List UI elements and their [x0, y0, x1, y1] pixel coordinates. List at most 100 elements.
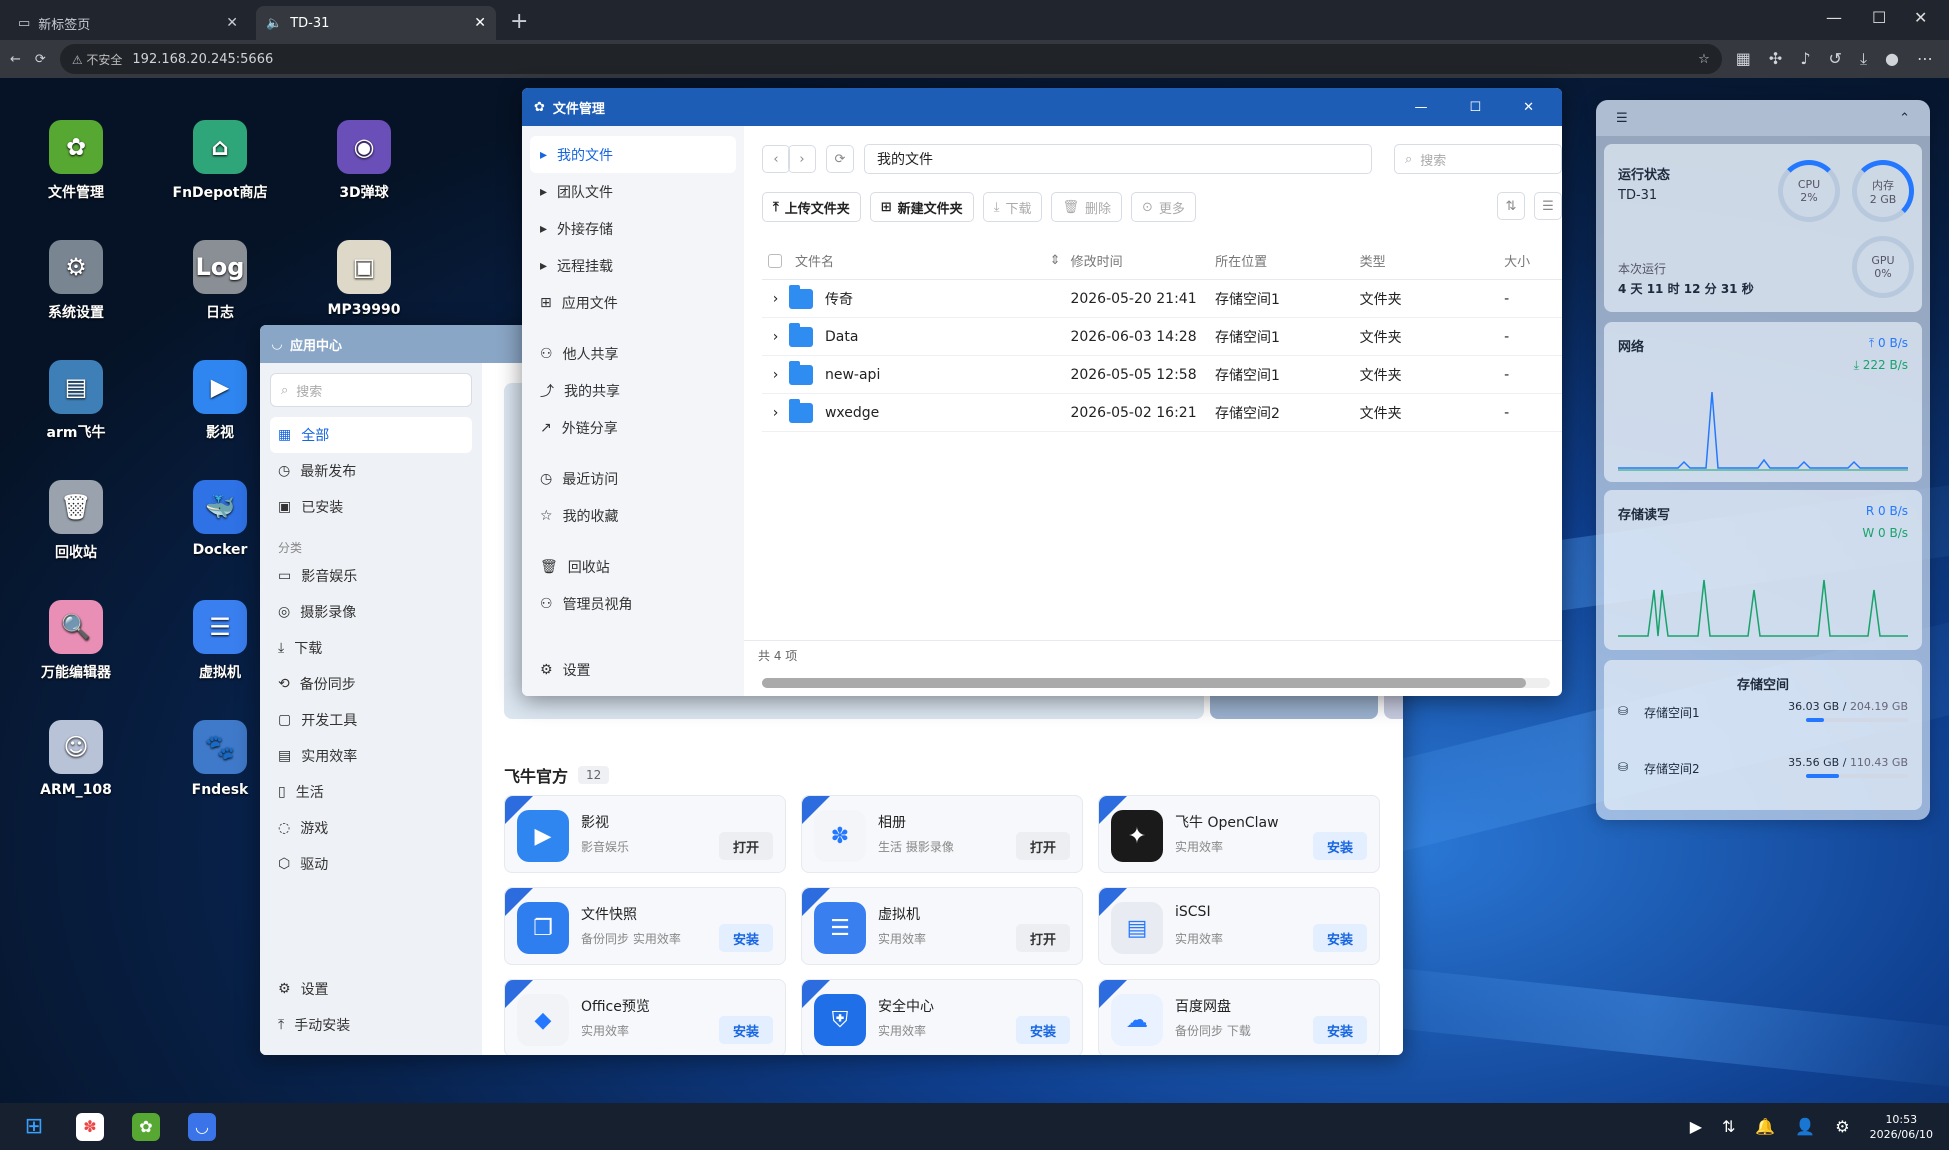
minimize-icon[interactable]: —: [1826, 8, 1842, 27]
open-button[interactable]: 打开: [1016, 832, 1070, 860]
clock[interactable]: 10:53 2026/06/10: [1870, 1112, 1933, 1142]
app-card[interactable]: ⛨ 安全中心 实用效率 安装: [801, 979, 1083, 1055]
delete-button[interactable]: 🗑 删除: [1051, 192, 1122, 222]
insecure-warning[interactable]: ⚠ 不安全: [72, 51, 123, 68]
extension-icon[interactable]: ▦: [1736, 49, 1751, 69]
app-nav-item[interactable]: ◷ 最新发布: [270, 453, 472, 489]
expand-chevron-icon[interactable]: ›: [762, 405, 789, 421]
file-row[interactable]: › Data 2026-06-03 14:28 存储空间1 文件夹 -: [762, 318, 1562, 356]
desktop-icon[interactable]: ▤ arm飞牛: [16, 360, 136, 442]
download-button[interactable]: ⤓ 下载: [982, 192, 1043, 222]
app-nav-item[interactable]: ▦ 全部: [270, 417, 472, 453]
category-item[interactable]: ▤ 实用效率: [270, 738, 472, 774]
install-button[interactable]: 安装: [1313, 1016, 1367, 1044]
file-row[interactable]: › 传奇 2026-05-20 21:41 存储空间1 文件夹 -: [762, 280, 1562, 318]
sort-arrows-icon[interactable]: ⇕: [1050, 253, 1071, 268]
category-item[interactable]: ⟲ 备份同步: [270, 666, 472, 702]
maximize-icon[interactable]: ☐: [1469, 100, 1481, 115]
close-tab-icon[interactable]: ✕: [226, 15, 238, 31]
expand-chevron-icon[interactable]: ›: [762, 291, 789, 307]
manual-install[interactable]: ⤒ 手动安装: [270, 1007, 472, 1043]
bookmark-star-icon[interactable]: ☆: [1698, 52, 1710, 67]
category-item[interactable]: ▯ 生活: [270, 774, 472, 810]
install-button[interactable]: 安装: [1016, 1016, 1070, 1044]
fm-nav-item[interactable]: ⚇ 管理员视角: [530, 585, 736, 622]
upload-folder-button[interactable]: ⤒ 上传文件夹: [762, 192, 861, 222]
category-item[interactable]: ◌ 游戏: [270, 810, 472, 846]
collapse-icon[interactable]: ⌃: [1899, 111, 1910, 126]
expand-chevron-icon[interactable]: ›: [762, 329, 789, 345]
view-toggle-button[interactable]: ☰: [1534, 192, 1562, 220]
app-card[interactable]: ☁ 百度网盘 备份同步 下载 安装: [1098, 979, 1380, 1055]
more-button[interactable]: ⊙ 更多: [1130, 192, 1196, 222]
close-tab-icon[interactable]: ✕: [474, 15, 486, 31]
col-name[interactable]: 文件名 ⇕: [789, 251, 1071, 270]
path-breadcrumb[interactable]: 我的文件: [864, 144, 1372, 174]
download-icon[interactable]: ⤓: [1860, 49, 1867, 69]
new-folder-button[interactable]: ⊞ 新建文件夹: [869, 192, 974, 222]
app-search-input[interactable]: ⌕ 搜索: [270, 373, 472, 407]
menu-icon[interactable]: ⋯: [1917, 49, 1933, 69]
fm-nav-item[interactable]: 🗑 回收站: [530, 548, 736, 585]
category-item[interactable]: ▭ 影音娱乐: [270, 558, 472, 594]
back-button[interactable]: ‹: [762, 145, 790, 173]
expand-chevron-icon[interactable]: ›: [762, 367, 789, 383]
fm-nav-item[interactable]: ◷ 最近访问: [530, 460, 736, 497]
minimize-icon[interactable]: —: [1414, 100, 1427, 115]
desktop-icon[interactable]: Log 日志: [160, 240, 280, 322]
select-all-checkbox[interactable]: [768, 253, 783, 268]
sort-button[interactable]: ⇅: [1497, 192, 1525, 220]
file-row[interactable]: › new-api 2026-05-05 12:58 存储空间1 文件夹 -: [762, 356, 1562, 394]
launcher-icon[interactable]: ✽: [76, 1112, 104, 1141]
sync-icon[interactable]: ⇅: [1722, 1117, 1735, 1136]
desktop-icon[interactable]: 🔍 万能编辑器: [16, 600, 136, 682]
fm-nav-item[interactable]: ▸ 团队文件: [530, 173, 736, 210]
puzzle-icon[interactable]: ✣: [1769, 49, 1782, 69]
reload-icon[interactable]: ⟳: [35, 52, 46, 67]
desktop-icon[interactable]: ✿ 文件管理: [16, 120, 136, 202]
desktop-icon[interactable]: ⚙ 系统设置: [16, 240, 136, 322]
taskbar-app-center[interactable]: ◡: [188, 1112, 216, 1141]
bell-icon[interactable]: 🔔: [1755, 1117, 1775, 1136]
favorites-icon[interactable]: ♪: [1800, 49, 1810, 69]
start-windows-icon[interactable]: ⊞: [20, 1113, 48, 1141]
desktop-icon[interactable]: ☺ ARM_108: [16, 720, 136, 798]
app-card[interactable]: ▶ 影视 影音娱乐 打开: [504, 795, 786, 873]
fm-nav-item[interactable]: ↗ 外链分享: [530, 409, 736, 446]
app-center-settings[interactable]: ⚙ 设置: [270, 971, 472, 1007]
desktop-icon[interactable]: ⌂ FnDepot商店: [160, 120, 280, 202]
browser-tab-td31[interactable]: 🔈 TD-31 ✕: [256, 6, 496, 40]
install-button[interactable]: 安装: [719, 924, 773, 952]
close-icon[interactable]: ✕: [1523, 100, 1534, 115]
install-button[interactable]: 安装: [719, 1016, 773, 1044]
install-button[interactable]: 安装: [1313, 924, 1367, 952]
col-location[interactable]: 所在位置: [1215, 251, 1360, 270]
user-icon[interactable]: 👤: [1795, 1117, 1815, 1136]
desktop-icon[interactable]: ▣ MP39990: [304, 240, 424, 318]
col-type[interactable]: 类型: [1360, 251, 1505, 270]
app-card[interactable]: ◆ Office预览 实用效率 安装: [504, 979, 786, 1055]
browser-tab-new[interactable]: ▭ 新标签页 ✕: [8, 6, 248, 40]
app-card[interactable]: ❐ 文件快照 备份同步 实用效率 安装: [504, 887, 786, 965]
fm-nav-item[interactable]: ⊞ 应用文件: [530, 284, 736, 321]
address-bar[interactable]: ⚠ 不安全 192.168.20.245:5666 ☆: [59, 44, 1722, 74]
close-window-icon[interactable]: ✕: [1914, 8, 1927, 27]
fm-nav-item[interactable]: ⚇ 他人共享: [530, 335, 736, 372]
panel-menu-icon[interactable]: ☰: [1616, 111, 1628, 126]
app-card[interactable]: ☰ 虚拟机 实用效率 打开: [801, 887, 1083, 965]
app-card[interactable]: ✦ 飞牛 OpenClaw 实用效率 安装: [1098, 795, 1380, 873]
category-item[interactable]: ⤓ 下载: [270, 630, 472, 666]
category-item[interactable]: ▢ 开发工具: [270, 702, 472, 738]
avatar[interactable]: ●: [1885, 49, 1899, 69]
col-mtime[interactable]: 修改时间: [1071, 251, 1216, 270]
app-nav-item[interactable]: ▣ 已安装: [270, 489, 472, 525]
app-card[interactable]: ▤ iSCSI 实用效率 安装: [1098, 887, 1380, 965]
desktop-icon[interactable]: 🗑 回收站: [16, 480, 136, 562]
file-row[interactable]: › wxedge 2026-05-02 16:21 存储空间2 文件夹 -: [762, 394, 1562, 432]
file-manager-titlebar[interactable]: ✿ 文件管理 — ☐ ✕: [522, 88, 1562, 126]
install-button[interactable]: 安装: [1313, 832, 1367, 860]
history-icon[interactable]: ↺: [1829, 49, 1842, 69]
horizontal-scrollbar[interactable]: [762, 678, 1550, 688]
col-size[interactable]: 大小: [1504, 251, 1562, 270]
back-icon[interactable]: ←: [10, 52, 21, 67]
